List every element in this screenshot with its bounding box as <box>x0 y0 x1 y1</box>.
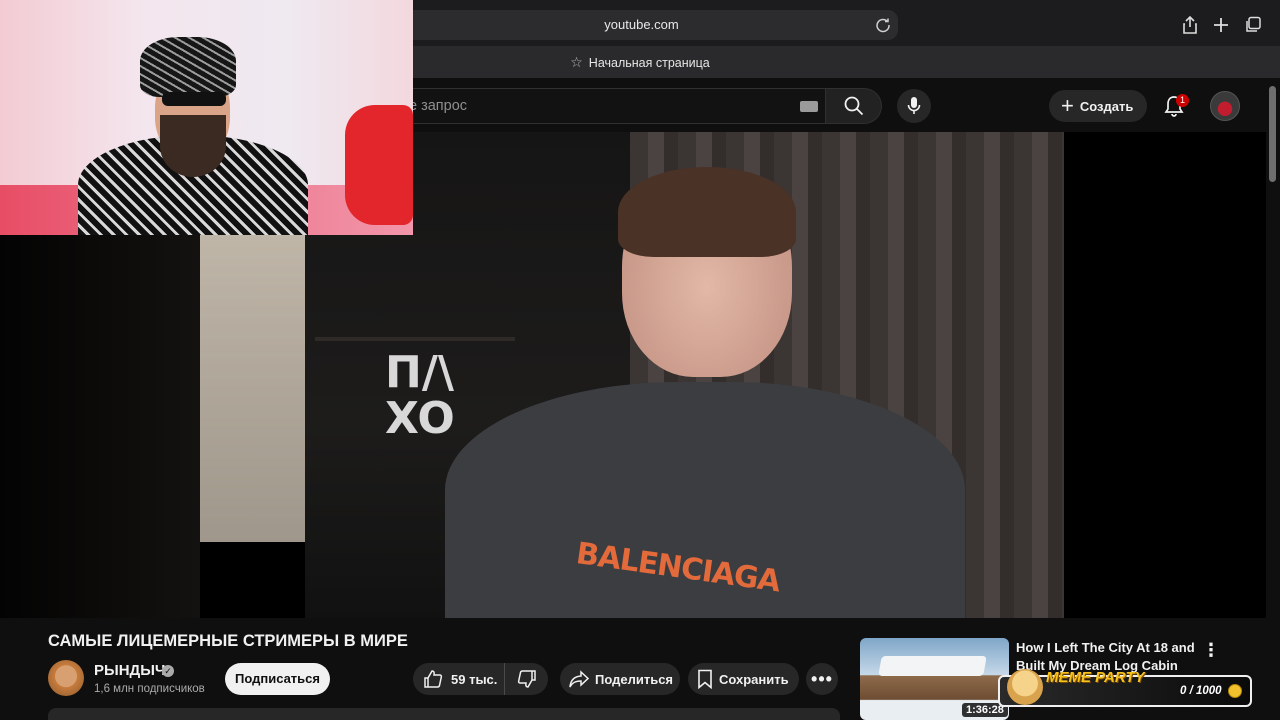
account-avatar[interactable] <box>1210 91 1240 121</box>
scroll-thumb[interactable] <box>1269 86 1276 182</box>
search-icon <box>844 96 863 116</box>
search-input[interactable]: е запрос <box>380 88 826 124</box>
star-icon: ☆ <box>570 54 583 70</box>
share-arrow-icon <box>569 670 589 688</box>
video-title: САМЫЕ ЛИЦЕМЕРНЫЕ СТРИМЕРЫ В МИРЕ <box>48 632 408 650</box>
new-tab-icon[interactable] <box>1206 10 1236 40</box>
search-placeholder: е запрос <box>409 98 468 114</box>
reload-icon[interactable] <box>874 16 892 34</box>
save-label: Сохранить <box>719 671 789 687</box>
voice-search-button[interactable] <box>897 89 931 123</box>
search-button[interactable] <box>826 88 882 124</box>
page-scrollbar[interactable] <box>1266 78 1280 720</box>
more-vertical-icon[interactable]: ⋮ <box>1202 641 1220 659</box>
like-dislike-group: 59 тыс. <box>413 663 548 695</box>
keyboard-icon[interactable] <box>800 101 818 112</box>
address-bar[interactable]: youtube.com <box>385 10 898 40</box>
subscribe-button[interactable]: Подписаться <box>225 663 330 695</box>
notification-badge: 1 <box>1176 94 1189 107</box>
channel-name[interactable]: РЫНДЫЧ <box>94 662 165 679</box>
microphone-icon <box>907 97 921 114</box>
share-button[interactable]: Поделиться <box>560 663 680 695</box>
like-button[interactable]: 59 тыс. <box>413 663 505 695</box>
thumbs-down-icon <box>517 670 536 688</box>
save-button[interactable]: Сохранить <box>688 663 799 695</box>
more-horizontal-icon: ••• <box>811 668 833 689</box>
background-logo: П/\ XO <box>385 347 455 444</box>
tab-title: Начальная страница <box>588 56 710 70</box>
url-text: youtube.com <box>604 17 679 32</box>
dislike-button[interactable] <box>505 663 548 695</box>
create-label: Создать <box>1079 98 1134 114</box>
webcam-overlay <box>0 0 413 235</box>
description-box[interactable] <box>48 708 840 720</box>
meme-party-counter: 0 / 1000 <box>1180 685 1222 697</box>
more-actions-button[interactable]: ••• <box>806 663 838 695</box>
channel-avatar[interactable] <box>48 660 84 696</box>
tab-overview-icon[interactable] <box>1238 10 1268 40</box>
share-label: Поделиться <box>595 671 674 687</box>
meme-party-label: MEME PARTY <box>1046 669 1145 686</box>
like-count: 59 тыс. <box>451 671 498 687</box>
thumbs-up-icon <box>424 670 443 688</box>
doge-icon <box>1007 669 1043 705</box>
create-button[interactable]: + Создать <box>1049 90 1147 122</box>
share-page-icon[interactable] <box>1175 10 1205 40</box>
bookmark-icon <box>698 669 712 689</box>
subscriber-count: 1,6 млн подписчиков <box>94 683 205 695</box>
verified-check-icon: ✓ <box>162 665 174 677</box>
coin-icon <box>1228 684 1242 698</box>
plus-icon: + <box>1061 93 1074 118</box>
